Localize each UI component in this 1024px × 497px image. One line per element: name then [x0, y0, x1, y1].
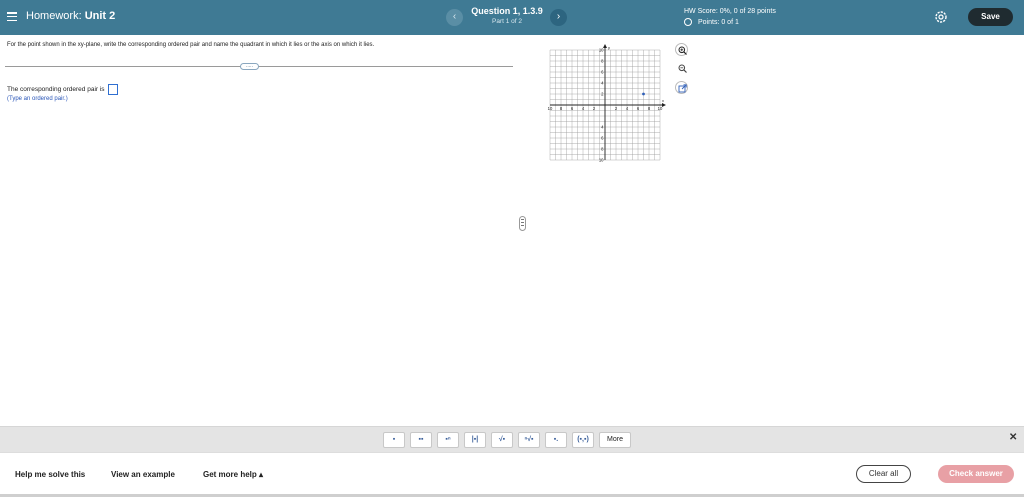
zoom-out-icon — [678, 64, 687, 73]
save-button[interactable]: Save — [968, 8, 1013, 26]
question-prompt: For the point shown in the xy-plane, wri… — [7, 42, 375, 48]
zoom-in-button[interactable] — [675, 43, 688, 56]
status-circle-icon — [684, 18, 692, 26]
x-axis-label: x — [662, 98, 664, 103]
y-tick-label: 10 — [599, 158, 604, 163]
exponent-icon[interactable]: ▪ⁿ — [437, 432, 459, 448]
view-example-link[interactable]: View an example — [111, 470, 175, 479]
homework-title: Homework: Unit 2 — [26, 10, 115, 22]
fraction-icon[interactable]: ▪ — [383, 432, 405, 448]
absolute-value-icon[interactable]: |▪| — [464, 432, 486, 448]
ordered-pair-icon[interactable]: (▪,▪) — [572, 432, 594, 448]
x-tick-label: 10 — [658, 106, 663, 111]
zoom-out-button[interactable] — [675, 61, 688, 74]
x-tick-label: 4 — [582, 106, 585, 111]
plotted-point — [642, 92, 645, 96]
zoom-in-icon — [678, 46, 687, 55]
y-tick-label: 10 — [599, 48, 604, 53]
chevron-left-icon: ‹ — [452, 11, 457, 22]
panel-resize-handle[interactable] — [519, 216, 526, 231]
hamburger-menu-icon[interactable] — [7, 12, 17, 22]
nth-root-icon[interactable]: ⁿ√▪ — [518, 432, 540, 448]
gear-icon[interactable] — [934, 10, 948, 24]
divider — [5, 66, 513, 67]
clear-all-button[interactable]: Clear all — [856, 465, 911, 483]
x-axis-arrow — [662, 103, 666, 107]
expand-handle[interactable]: ..... — [240, 63, 259, 70]
answer-input[interactable] — [107, 84, 118, 95]
question-part: Part 1 of 2 — [492, 18, 522, 25]
subscript-icon[interactable]: ▪. — [545, 432, 567, 448]
hw-score: HW Score: 0%, 0 of 28 points — [684, 8, 776, 15]
points-status: Points: 0 of 1 — [684, 18, 739, 26]
chevron-right-icon: › — [556, 11, 561, 22]
footer-bar: Help me solve this View an example Get m… — [0, 452, 1024, 497]
x-tick-label: 8 — [648, 106, 651, 111]
answer-line: The corresponding ordered pair is — [7, 84, 118, 95]
homework-title-prefix: Homework: — [26, 10, 85, 22]
previous-question-button[interactable]: ‹ — [446, 9, 463, 26]
y-axis-label: y — [608, 45, 610, 50]
check-answer-button[interactable]: Check answer — [938, 465, 1014, 483]
x-tick-label: 10 — [548, 106, 553, 111]
homework-title-unit: Unit 2 — [84, 10, 116, 22]
x-tick-label: 2 — [593, 106, 596, 111]
mixed-number-icon[interactable]: ▪▪ — [410, 432, 432, 448]
points-label: Points: 0 of 1 — [698, 18, 739, 26]
x-tick-label: 6 — [637, 106, 640, 111]
x-tick-label: 6 — [571, 106, 574, 111]
external-link-icon — [678, 84, 687, 93]
next-question-button[interactable]: › — [550, 9, 567, 26]
y-axis-arrow — [603, 44, 607, 48]
math-toolbar: ▪ ▪▪ ▪ⁿ |▪| √▪ ⁿ√▪ ▪. (▪,▪) More ✕ — [0, 426, 1024, 452]
close-toolbar-icon[interactable]: ✕ — [1009, 432, 1017, 443]
help-me-solve-link[interactable]: Help me solve this — [15, 470, 85, 479]
get-more-help-link[interactable]: Get more help ▴ — [203, 470, 263, 479]
answer-hint: (Type an ordered pair.) — [7, 96, 68, 102]
top-bar: Homework: Unit 2 ‹ Question 1, 1.3.9 Par… — [0, 0, 1024, 35]
x-tick-label: 8 — [560, 106, 563, 111]
question-title: Question 1, 1.3.9 — [471, 6, 543, 16]
more-button[interactable]: More — [599, 432, 631, 448]
x-tick-label: 4 — [626, 106, 629, 111]
popout-graph-button[interactable] — [675, 81, 688, 94]
square-root-icon[interactable]: √▪ — [491, 432, 513, 448]
x-tick-label: 2 — [615, 106, 618, 111]
coordinate-plane: xy10 8 6 4 2 2 4 6 8 1010864246810 — [548, 44, 666, 163]
answer-label: The corresponding ordered pair is — [7, 86, 105, 93]
